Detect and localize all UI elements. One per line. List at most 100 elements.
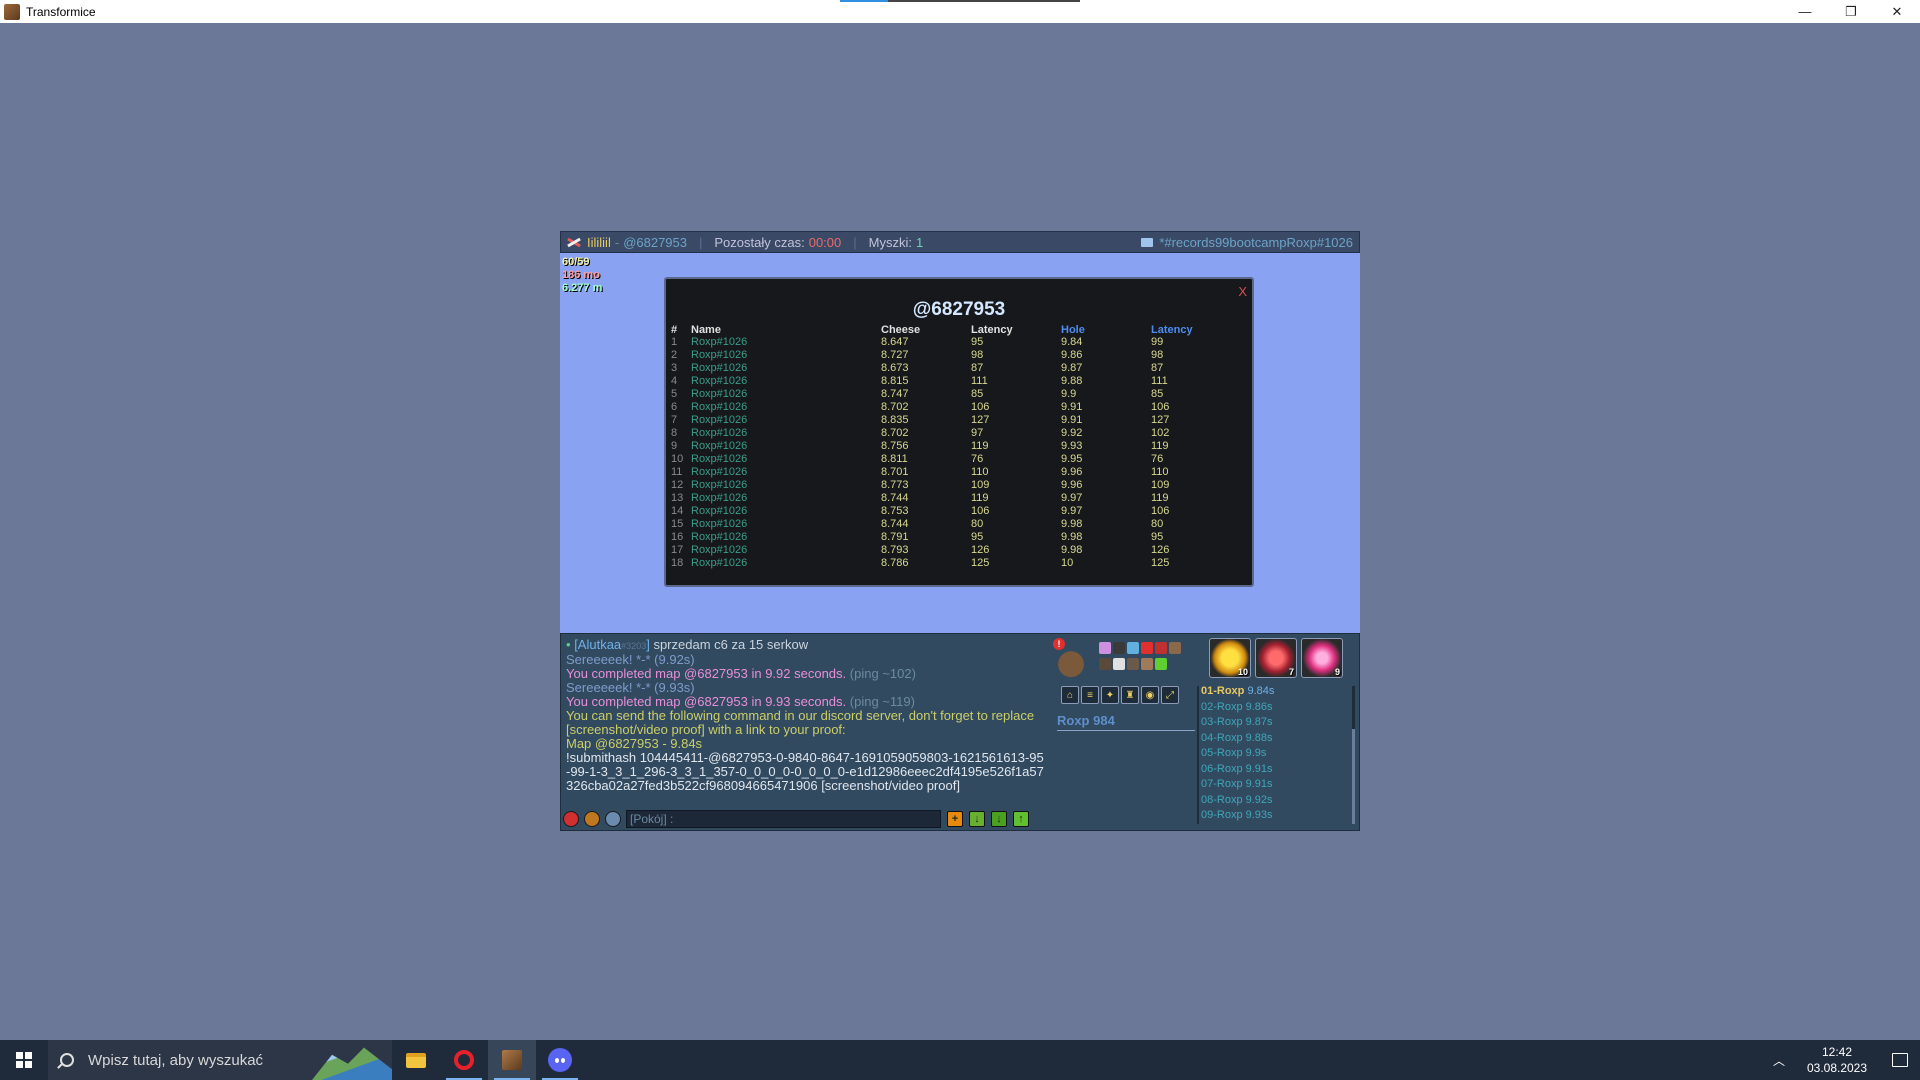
room-name[interactable]: *#records99bootcampRoxp#1026 [1159,235,1353,250]
clock[interactable]: 12:42 03.08.2023 [1794,1044,1880,1076]
file-explorer-button[interactable] [392,1040,440,1080]
player-name-score[interactable]: Roxp 984 [1057,713,1115,728]
ranking-separator [1197,686,1199,824]
opera-button[interactable] [440,1040,488,1080]
item-icon[interactable] [1127,657,1139,670]
row-cheese-latency: 119 [971,440,989,452]
leaderboard-rows: 1 Roxp#1026 8.647 95 9.84 99 2 Roxp#1026 8.727 98… [671,336,1211,570]
row-name[interactable]: Roxp#1026 [691,466,881,479]
row-hole-latency: 76 [1151,453,1164,465]
chat-command[interactable]: !submithash 104445411-@6827953-0-9840-86… [566,751,1046,793]
row-name[interactable]: Roxp#1026 [691,414,881,427]
row-name[interactable]: Roxp#1026 [691,453,881,466]
game-window[interactable]: Iililiil - @6827953 | Pozostały czas: 00… [560,231,1360,831]
plus-icon[interactable]: + [947,811,963,827]
row-cheese-latency: 87 [971,362,984,374]
alert-icon[interactable]: ! [1053,638,1065,650]
minimize-button[interactable]: — [1782,0,1828,23]
tray-chevron-icon[interactable]: ︿ [1764,1052,1794,1069]
row-index: 14 [671,505,684,517]
row-index: 18 [671,557,684,569]
row-hole: 9.96 [1061,479,1083,491]
row-name[interactable]: Roxp#1026 [691,544,881,557]
ranking-scroll-thumb[interactable] [1352,729,1355,824]
col-index: # [671,323,678,336]
table-row: 9 Roxp#1026 8.756 119 9.93 119 [671,440,1211,453]
row-hole: 9.98 [1061,544,1083,556]
item-icon[interactable] [1099,657,1111,670]
row-name[interactable]: Roxp#1026 [691,336,881,349]
current-player-name[interactable]: Iililiil [587,235,611,250]
discord-button[interactable] [536,1040,584,1080]
arrow-up-icon[interactable]: ↑ [1013,811,1029,827]
fullscreen-icon[interactable]: ⤢ [1161,686,1179,704]
row-name[interactable]: Roxp#1026 [691,479,881,492]
item-icon[interactable] [1127,642,1139,654]
heart-icon[interactable] [563,811,579,827]
row-cheese-latency: 126 [971,544,990,556]
row-name[interactable]: Roxp#1026 [691,531,881,544]
discord-icon[interactable]: ◉ [1141,686,1159,704]
row-hole-latency: 106 [1151,401,1170,413]
transformice-button[interactable] [488,1040,536,1080]
list-icon[interactable]: ≡ [1081,686,1099,704]
taskbar-search[interactable]: Wpisz tutaj, aby wyszukać [48,1040,392,1080]
chat-input[interactable]: [Pokój] : [626,810,941,828]
item-icon[interactable] [1099,642,1111,654]
row-hole: 9.98 [1061,531,1083,543]
row-cheese-latency: 76 [971,453,984,465]
notifications-button[interactable] [1880,1040,1920,1080]
item-icon[interactable] [1155,642,1167,654]
row-name[interactable]: Roxp#1026 [691,362,881,375]
row-hole: 9.93 [1061,440,1083,452]
row-cheese: 8.773 [881,479,909,491]
row-name[interactable]: Roxp#1026 [691,349,881,362]
ping-text: (ping ~119) [849,694,915,709]
arrow-down-icon[interactable]: ↓ [969,811,985,827]
tribe-icon[interactable]: ♜ [1121,686,1139,704]
row-name[interactable]: Roxp#1026 [691,518,881,531]
table-row: 8 Roxp#1026 8.702 97 9.92 102 [671,427,1211,440]
item-icon[interactable] [1169,642,1181,654]
row-name[interactable]: Roxp#1026 [691,401,881,414]
hearts-powerup-icon[interactable]: 7 [1255,638,1297,678]
row-name[interactable]: Roxp#1026 [691,492,881,505]
row-index: 6 [671,401,678,413]
start-button[interactable] [0,1040,48,1080]
chat-log[interactable]: • [Alutkaa#3203] sprzedam c6 za 15 serko… [566,638,1046,808]
house-icon[interactable]: ⌂ [1061,686,1079,704]
transformice-app-icon [4,3,20,20]
item-icon[interactable] [1141,642,1153,654]
popup-close-button[interactable]: X [1238,284,1247,299]
close-button[interactable]: ✕ [1874,0,1920,23]
house-icon[interactable] [605,811,621,827]
row-cheese-latency: 127 [971,414,990,426]
chat-completion: You completed map @6827953 in 9.93 secon… [566,695,1046,709]
table-header-row: # Name Cheese Latency Hole Latency [671,323,1211,336]
chat-completion: You completed map @6827953 in 9.92 secon… [566,667,1046,681]
row-name[interactable]: Roxp#1026 [691,440,881,453]
mice-label: Myszki: [868,234,912,250]
map-code[interactable]: @6827953 [623,235,687,250]
powerup-count: 7 [1288,667,1294,677]
item-icon[interactable] [1155,657,1167,670]
flower-powerup-icon[interactable]: 9 [1301,638,1343,678]
shield-icon[interactable] [584,811,600,827]
item-icon[interactable] [1113,657,1125,670]
restore-button[interactable]: ❐ [1828,0,1874,23]
chat-author-bracket: ] [646,638,650,652]
row-name[interactable]: Roxp#1026 [691,375,881,388]
item-icon[interactable] [1113,642,1125,654]
title-accent-bar [840,0,1080,2]
arrow-down-icon[interactable]: ↓ [991,811,1007,827]
sun-powerup-icon[interactable]: 10 [1209,638,1251,678]
discord-icon [548,1048,572,1072]
inventory-items [1099,642,1181,672]
item-icon[interactable] [1141,657,1153,670]
shop-icon[interactable]: ✦ [1101,686,1119,704]
row-name[interactable]: Roxp#1026 [691,505,881,518]
row-name[interactable]: Roxp#1026 [691,388,881,401]
chat-author[interactable]: [Alutkaa#3203] [574,638,650,652]
row-name[interactable]: Roxp#1026 [691,427,881,440]
row-name[interactable]: Roxp#1026 [691,557,881,570]
